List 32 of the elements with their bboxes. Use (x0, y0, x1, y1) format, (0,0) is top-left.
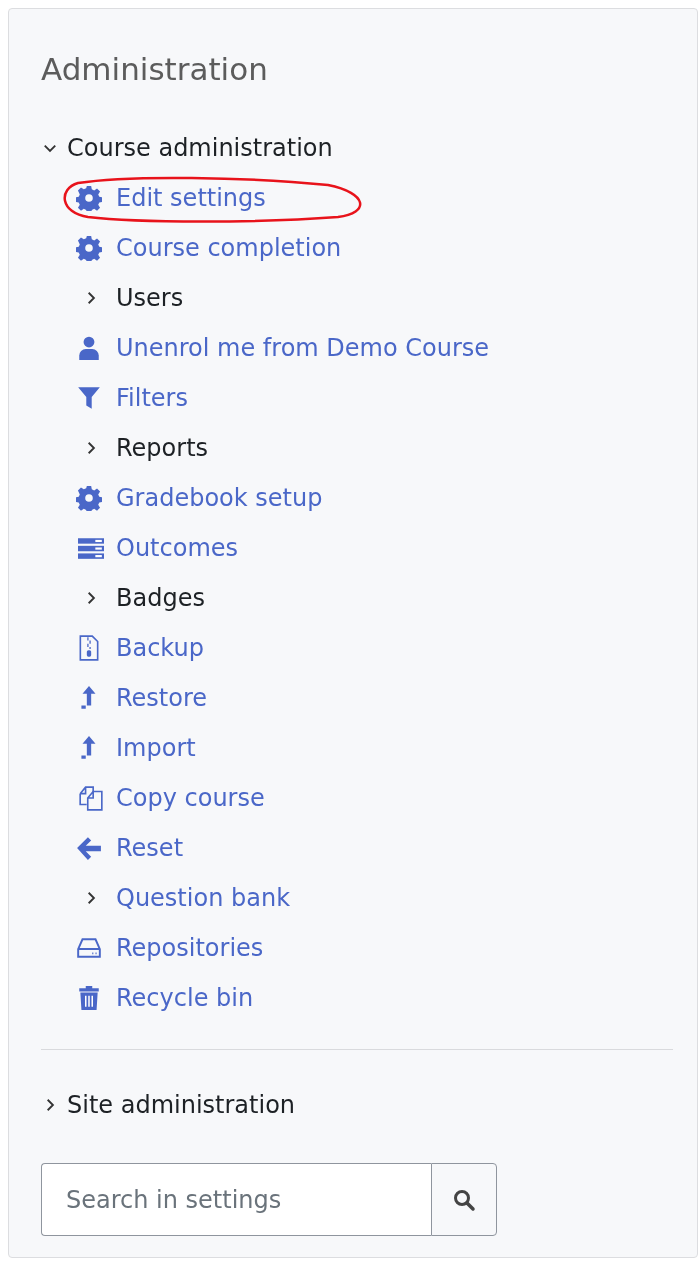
search-button[interactable] (431, 1163, 497, 1236)
person-icon (76, 335, 102, 361)
gear-icon (76, 235, 102, 261)
tree-item[interactable]: Reports (116, 434, 209, 462)
menu-link[interactable]: Unenrol me from Demo Course (116, 334, 490, 362)
tree-item[interactable]: Site administration (67, 1091, 296, 1119)
menu-link[interactable]: Outcomes (116, 534, 239, 562)
menu-link[interactable]: Backup (116, 634, 204, 662)
menu-link[interactable]: Repositories (116, 934, 264, 962)
menu-link[interactable]: Restore (116, 684, 208, 712)
menu-link[interactable]: Copy course (116, 784, 265, 812)
tree-item[interactable]: Badges (116, 584, 205, 612)
tree-item[interactable]: Course administration (67, 134, 333, 162)
copy-icon (76, 785, 106, 811)
arrow-left-icon (76, 835, 102, 861)
gear-icon (76, 185, 102, 211)
search-field[interactable]: Search in settings (41, 1163, 431, 1236)
filter-icon (76, 385, 102, 411)
menu-link[interactable]: Filters (116, 384, 188, 412)
gear-icon (76, 485, 102, 511)
menu-link[interactable]: Recycle bin (116, 984, 254, 1012)
panel-title: Administration (41, 50, 269, 89)
menu-link[interactable]: Reset (116, 834, 184, 862)
tree-item[interactable]: Users (116, 284, 184, 312)
menu-link[interactable]: Course completion (116, 234, 342, 262)
menu-link[interactable]: Import (116, 734, 196, 762)
search-icon (452, 1187, 476, 1212)
trash-icon (76, 985, 102, 1011)
menu-link[interactable]: Question bank (116, 884, 291, 912)
list-icon (76, 535, 106, 561)
drive-icon (76, 935, 102, 961)
menu-link[interactable]: Gradebook setup (116, 484, 323, 512)
